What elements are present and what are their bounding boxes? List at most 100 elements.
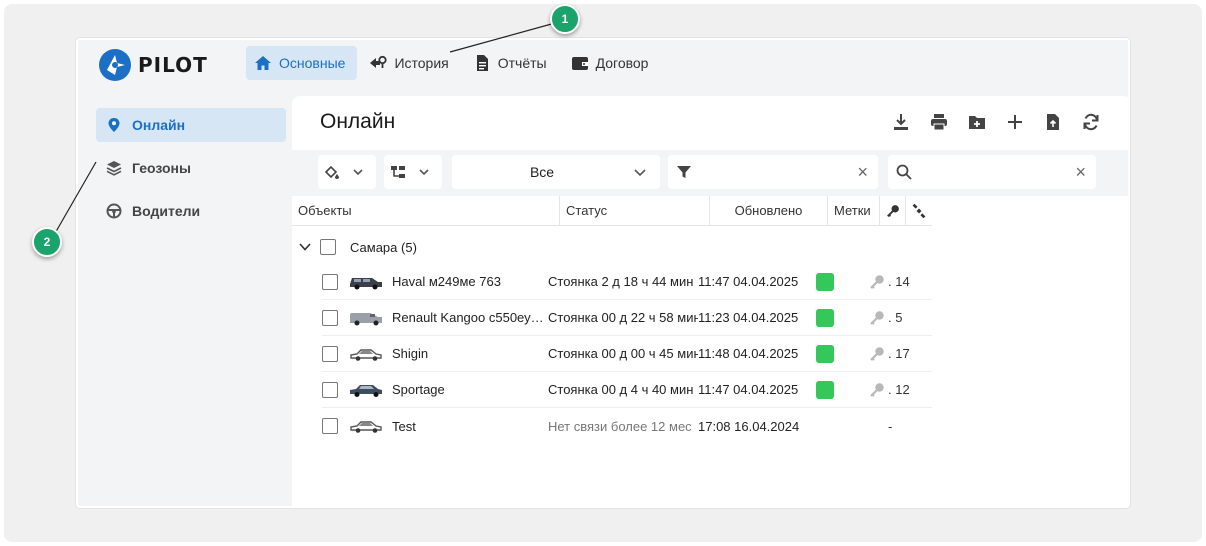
import-file-button[interactable] (1042, 111, 1064, 133)
grouping-dropdown[interactable] (384, 155, 442, 189)
folder-plus-icon (969, 116, 985, 129)
table-row[interactable]: Sportage Стоянка 00 д 4 ч 40 мин 11:47 0… (322, 372, 932, 408)
row-checkbox[interactable] (322, 273, 338, 290)
wallet-icon (571, 57, 588, 70)
row-checkbox[interactable] (322, 345, 338, 362)
tab-history[interactable]: История (361, 46, 460, 80)
refresh-button[interactable] (1080, 111, 1102, 133)
status-select-value: Все (529, 164, 555, 180)
plus-icon (1008, 115, 1022, 129)
object-updated: 17:08 16.04.2024 (698, 418, 800, 434)
sidebar-item-drivers[interactable]: Водители (96, 194, 286, 228)
search-input[interactable]: × (888, 155, 1096, 189)
object-status: Стоянка 00 д 4 ч 40 мин (548, 382, 694, 397)
chevron-down-icon (634, 169, 646, 177)
ignition-cell (866, 382, 888, 398)
object-name: Test (392, 418, 416, 434)
group-checkbox[interactable] (320, 239, 336, 255)
filter-input[interactable]: × (668, 155, 878, 189)
key-icon (870, 346, 884, 361)
paint-bucket-icon (324, 165, 339, 179)
callout-badge-2: 2 (32, 227, 62, 257)
object-status: Нет связи более 12 мес (548, 418, 692, 434)
suv-car-icon (350, 277, 382, 289)
object-name: Shigin (392, 346, 429, 361)
satellites-count: . 5 (888, 310, 903, 325)
object-updated: 11:48 04.04.2025 (698, 346, 799, 361)
status-mark (816, 272, 834, 291)
ignition-cell (866, 346, 888, 362)
status-mark (816, 380, 834, 399)
download-icon (894, 114, 908, 130)
add-button[interactable] (1004, 111, 1026, 133)
search-icon (896, 164, 912, 180)
sedan-car-icon (350, 421, 382, 433)
satellites-count: . 17 (888, 346, 910, 361)
add-folder-button[interactable] (966, 111, 988, 133)
row-checkbox[interactable] (322, 381, 338, 398)
satellites-count: . 14 (888, 274, 910, 289)
location-pin-icon (108, 118, 120, 132)
van-icon (350, 312, 382, 325)
status-mark (816, 308, 834, 327)
app-window: PILOT Основные История Отчёты Договор Он… (76, 38, 1130, 508)
download-button[interactable] (890, 111, 912, 133)
logo[interactable]: PILOT (98, 48, 208, 82)
status-select[interactable]: Все (452, 155, 660, 189)
sidebar: Онлайн Геозоны Водители (96, 108, 286, 237)
table-header: Объекты Статус Обновлено Метки (292, 196, 932, 226)
table-row[interactable]: Test Нет связи более 12 мес 17:08 16.04.… (322, 408, 932, 444)
sidebar-item-online[interactable]: Онлайн (96, 108, 286, 142)
object-updated: 11:23 04.04.2025 (698, 310, 799, 325)
layers-icon (106, 161, 122, 176)
table-row[interactable]: Shigin Стоянка 00 д 00 ч 45 мин 11:48 04… (322, 336, 932, 372)
column-status[interactable]: Статус (560, 196, 710, 226)
key-icon (886, 205, 899, 217)
group-row[interactable]: Самара (5) (292, 230, 417, 264)
row-checkbox[interactable] (322, 418, 338, 434)
column-marks[interactable]: Метки (828, 196, 880, 226)
object-status: Стоянка 00 д 00 ч 45 мин (548, 346, 698, 361)
tab-main[interactable]: Основные (246, 46, 358, 80)
sedan-car-icon (350, 348, 382, 361)
table-row[interactable]: Renault Kangoo с550еу163 Стоянка 00 д 22… (322, 300, 932, 336)
column-objects[interactable]: Объекты (292, 196, 560, 226)
history-icon (370, 55, 388, 68)
color-filter-dropdown[interactable] (318, 155, 376, 189)
tab-reports[interactable]: Отчёты (465, 46, 559, 80)
main-panel: Онлайн Все × × Объекты Статус Обновлено … (292, 96, 1128, 506)
column-ignition[interactable] (880, 196, 906, 226)
row-checkbox[interactable] (322, 309, 338, 326)
mark-cell (816, 380, 866, 399)
table-row[interactable]: Haval м249ме 763 Стоянка 2 д 18 ч 44 мин… (322, 264, 932, 300)
search-clear-button[interactable]: × (1075, 162, 1086, 183)
column-satellites[interactable] (906, 196, 932, 226)
page-title: Онлайн (320, 110, 396, 133)
filter-clear-button[interactable]: × (857, 162, 868, 183)
callout-badge-1: 1 (550, 4, 580, 34)
file-upload-icon (1047, 114, 1059, 130)
tree-structure-icon (391, 166, 405, 178)
home-icon (255, 56, 271, 70)
chevron-down-icon (353, 169, 363, 176)
sidebar-item-geozones[interactable]: Геозоны (96, 151, 286, 185)
tab-label: Отчёты (497, 55, 547, 71)
satellites-count: . 12 (888, 382, 910, 397)
steering-wheel-icon (106, 203, 122, 219)
pilot-logo-icon (99, 49, 131, 81)
column-updated[interactable]: Обновлено (710, 196, 828, 226)
sidebar-item-label: Геозоны (132, 160, 191, 176)
mark-cell (816, 272, 866, 291)
tab-label: Договор (595, 55, 649, 71)
satellite-icon (912, 204, 926, 218)
key-icon (870, 274, 884, 289)
toolbar-actions (890, 111, 1102, 133)
satellites-count: - (888, 418, 893, 434)
tab-contract[interactable]: Договор (563, 46, 661, 80)
print-button[interactable] (928, 111, 950, 133)
key-icon (870, 310, 884, 325)
chevron-down-icon[interactable] (298, 240, 312, 254)
printer-icon (931, 114, 947, 131)
object-name: Haval м249ме 763 (392, 274, 501, 289)
object-updated: 11:47 04.04.2025 (698, 274, 799, 289)
